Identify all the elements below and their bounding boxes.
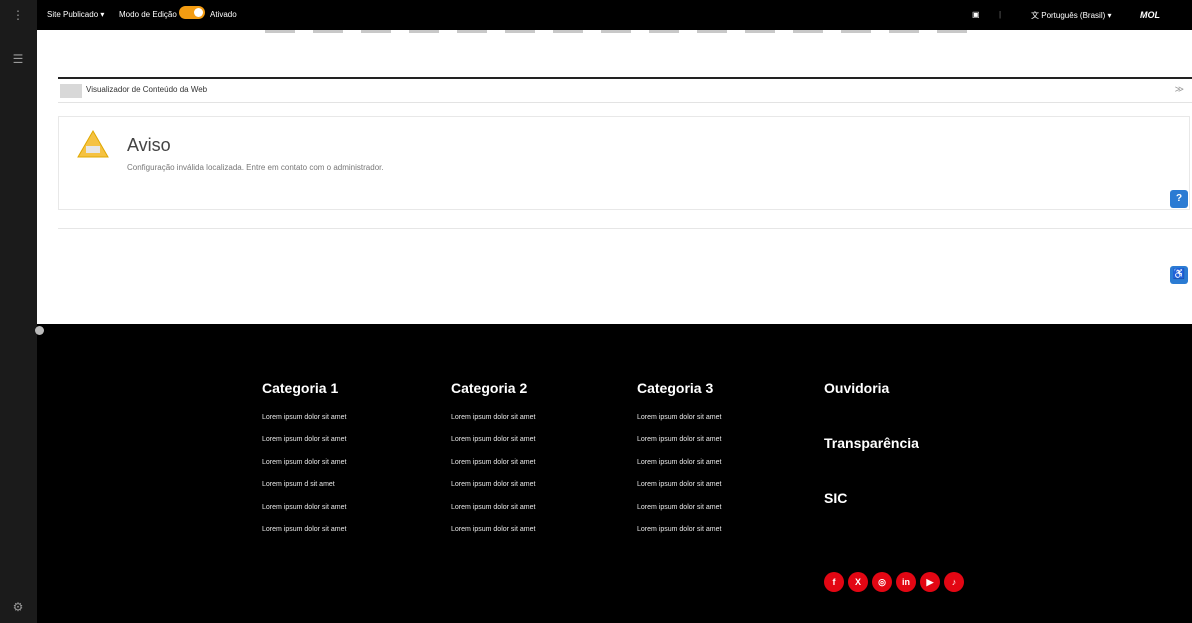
sidebar-resize-handle[interactable] [35,326,44,335]
facebook-icon[interactable]: f [824,572,844,592]
youtube-icon[interactable]: ▶ [920,572,940,592]
page-tree-icon[interactable]: ☰ [11,52,25,66]
footer-link[interactable]: Lorem ipsum dolor sit amet [637,434,721,456]
footer-link[interactable]: Lorem ipsum dolor sit amet [451,457,535,479]
footer-link[interactable]: Lorem ipsum dolor sit amet [451,524,535,546]
transparencia-link[interactable]: Transparência [824,435,919,451]
footer-column-3: Categoria 3 Lorem ipsum dolor sit amet L… [637,380,721,546]
portlet-header: Visualizador de Conteúdo da Web ≫ [58,80,1192,103]
x-twitter-icon[interactable]: X [848,572,868,592]
footer-link[interactable]: Lorem ipsum d sit amet [262,479,346,501]
settings-icon[interactable]: ⚙ [11,600,25,614]
tiktok-icon[interactable]: ♪ [944,572,964,592]
footer-link[interactable]: Lorem ipsum dolor sit amet [637,457,721,479]
brand-logo: MOL [1140,10,1160,20]
preview-icon[interactable]: ▣ [972,10,980,19]
footer-link[interactable]: Lorem ipsum dolor sit amet [451,434,535,456]
section-separator [58,228,1192,229]
language-selector[interactable]: 文 Português (Brasil) ▾ [1031,10,1112,21]
warning-alert: Aviso Configuração inválida localizada. … [58,116,1190,210]
edit-mode-state: Ativado [210,10,237,19]
footer-link[interactable]: Lorem ipsum dolor sit amet [451,502,535,524]
portlet-title: Visualizador de Conteúdo da Web [86,85,208,94]
footer-link[interactable]: Lorem ipsum dolor sit amet [262,457,346,479]
site-dropdown[interactable]: Site Publicado ▾ [47,10,104,19]
left-sidebar: ⋮ ☰ ⚙ [0,0,37,623]
linkedin-icon[interactable]: in [896,572,916,592]
toggle-knob [194,8,203,17]
footer-link[interactable]: Lorem ipsum dolor sit amet [262,502,346,524]
instagram-icon[interactable]: ◎ [872,572,892,592]
portlet-drag-handle[interactable] [60,84,82,98]
topbar-divider: | [999,10,1002,19]
footer-link[interactable]: Lorem ipsum dolor sit amet [637,524,721,546]
footer-column-2: Categoria 2 Lorem ipsum dolor sit amet L… [451,380,535,546]
alert-title: Aviso [127,135,171,155]
warning-icon [77,129,109,158]
footer-link[interactable]: Lorem ipsum dolor sit amet [637,502,721,524]
sic-link[interactable]: SIC [824,490,847,506]
control-menu: Site Publicado ▾ Modo de Edição Ativado … [37,0,1192,30]
help-button[interactable]: ? [1170,190,1188,208]
ouvidoria-link[interactable]: Ouvidoria [824,380,889,396]
site-footer: Categoria 1 Lorem ipsum dolor sit amet L… [37,324,1192,623]
footer-column-1: Categoria 1 Lorem ipsum dolor sit amet L… [262,380,346,546]
footer-link[interactable]: Lorem ipsum dolor sit amet [451,479,535,501]
footer-link[interactable]: Lorem ipsum dolor sit amet [637,412,721,434]
footer-link[interactable]: Lorem ipsum dolor sit amet [262,434,346,456]
footer-column-title: Categoria 2 [451,380,528,396]
accessibility-button[interactable]: ♿ [1170,266,1188,284]
footer-link[interactable]: Lorem ipsum dolor sit amet [262,412,346,434]
footer-link[interactable]: Lorem ipsum dolor sit amet [637,479,721,501]
portlet-options-icon[interactable]: ≫ [1175,84,1184,95]
main-nav-faint [265,29,1025,35]
menu-icon[interactable]: ⋮ [11,8,25,22]
alert-message: Configuração inválida localizada. Entre … [127,163,384,172]
edit-mode-toggle[interactable] [179,6,205,19]
footer-column-title: Categoria 3 [637,380,714,396]
footer-link[interactable]: Lorem ipsum dolor sit amet [451,412,535,434]
social-icons: f X ◎ in ▶ ♪ [824,572,964,592]
footer-column-title: Categoria 1 [262,380,339,396]
edit-mode-label: Modo de Edição [119,10,177,19]
content-divider [58,77,1192,79]
footer-link[interactable]: Lorem ipsum dolor sit amet [262,524,346,546]
